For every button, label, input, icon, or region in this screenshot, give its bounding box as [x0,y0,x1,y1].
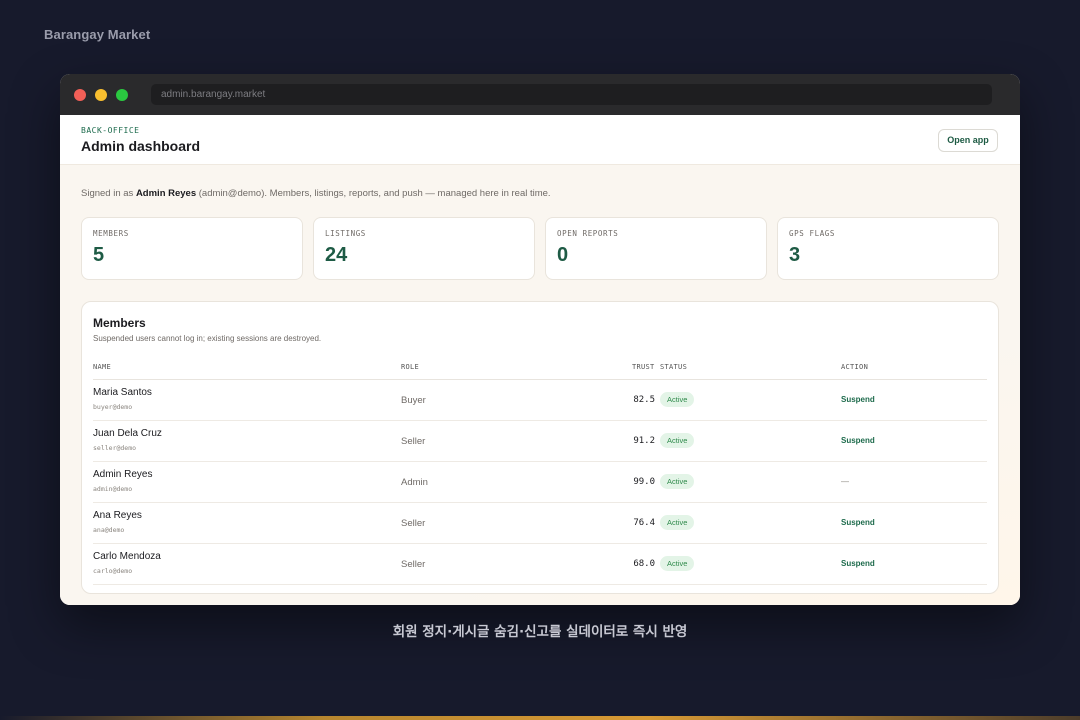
brand-title: Barangay Market [44,27,151,42]
browser-window: admin.barangay.market BACK-OFFICE Admin … [60,74,1020,605]
member-email: buyer@demo [93,403,133,411]
member-name: Juan Dela Cruz [93,428,162,439]
status-badge: Active [660,474,695,489]
member-role: Seller [401,518,426,529]
member-name: Maria Santos [93,387,152,398]
member-trust: 76.4 [633,518,655,528]
suspend-button[interactable]: Suspend [841,518,875,527]
suspend-button[interactable]: Suspend [841,559,875,568]
member-trust: 68.0 [633,559,655,569]
browser-titlebar: admin.barangay.market [60,74,1020,115]
stat-card-gps-flags: GPS FLAGS 3 [777,217,999,280]
column-header-role: ROLE [401,363,420,371]
open-app-button[interactable]: Open app [938,129,998,152]
member-trust: 82.5 [633,395,655,405]
member-role: Buyer [401,395,426,406]
signed-in-text: Signed in as Admin Reyes (admin@demo). M… [81,188,551,199]
app-header: BACK-OFFICE Admin dashboard Open app [60,115,1020,165]
address-bar[interactable]: admin.barangay.market [151,84,992,105]
stat-label: GPS FLAGS [789,229,836,238]
signed-in-user: Admin Reyes [135,188,197,199]
stat-value: 3 [789,244,801,266]
stat-label: MEMBERS [93,229,129,238]
stat-card-open-reports: OPEN REPORTS 0 [545,217,767,280]
member-name: Ana Reyes [93,510,142,521]
minimize-window-icon[interactable] [95,89,107,101]
section-eyebrow: BACK-OFFICE [81,126,140,135]
maximize-window-icon[interactable] [116,89,128,101]
column-header-action: ACTION [841,363,869,371]
stats-row: MEMBERS 5 LISTINGS 24 OPEN REPORTS 0 GPS… [81,217,999,280]
column-header-status: STATUS [660,363,688,371]
table-row: Admin Reyes admin@demo Admin 99.0 Active… [93,462,987,503]
stat-card-listings: LISTINGS 24 [313,217,535,280]
table-row: Juan Dela Cruz seller@demo Seller 91.2 A… [93,421,987,462]
stat-value: 0 [557,244,569,266]
page-title: Admin dashboard [81,138,201,154]
table-row: Maria Santos buyer@demo Buyer 82.5 Activ… [93,380,987,421]
member-trust: 99.0 [633,477,655,487]
stat-label: OPEN REPORTS [557,229,619,238]
member-role: Admin [401,477,428,488]
suspend-button[interactable]: Suspend [841,436,875,445]
stat-value: 24 [325,244,348,266]
members-title: Members [93,316,146,330]
bottom-glow-bar [0,716,1080,720]
members-subtitle: Suspended users cannot log in; existing … [93,334,322,343]
signed-in-suffix: (admin@demo). Members, listings, reports… [196,188,551,199]
stat-label: LISTINGS [325,229,366,238]
stat-value: 5 [93,244,105,266]
status-badge: Active [660,392,695,407]
column-header-trust: TRUST [632,363,655,371]
member-role: Seller [401,559,426,570]
member-role: Seller [401,436,426,447]
dashboard-content: Signed in as Admin Reyes (admin@demo). M… [60,165,1020,605]
status-badge: Active [660,433,695,448]
status-badge: Active [660,556,695,571]
no-action-placeholder: — [841,477,849,486]
column-header-name: NAME [93,363,112,371]
member-email: ana@demo [93,526,125,534]
member-email: seller@demo [93,444,137,452]
member-name: Carlo Mendoza [93,551,161,562]
status-badge: Active [660,515,695,530]
member-email: admin@demo [93,485,133,493]
member-trust: 91.2 [633,436,655,446]
member-name: Admin Reyes [93,469,153,480]
table-row: Carlo Mendoza carlo@demo Seller 68.0 Act… [93,544,987,585]
member-email: carlo@demo [93,567,133,575]
members-panel: Members Suspended users cannot log in; e… [81,301,999,594]
feature-caption: 회원 정지·게시글 숨김·신고를 실데이터로 즉시 반영 [392,624,688,640]
stat-card-members: MEMBERS 5 [81,217,303,280]
close-window-icon[interactable] [74,89,86,101]
table-row: Ana Reyes ana@demo Seller 76.4 Active Su… [93,503,987,544]
signed-in-prefix: Signed in as [81,188,136,199]
suspend-button[interactable]: Suspend [841,395,875,404]
